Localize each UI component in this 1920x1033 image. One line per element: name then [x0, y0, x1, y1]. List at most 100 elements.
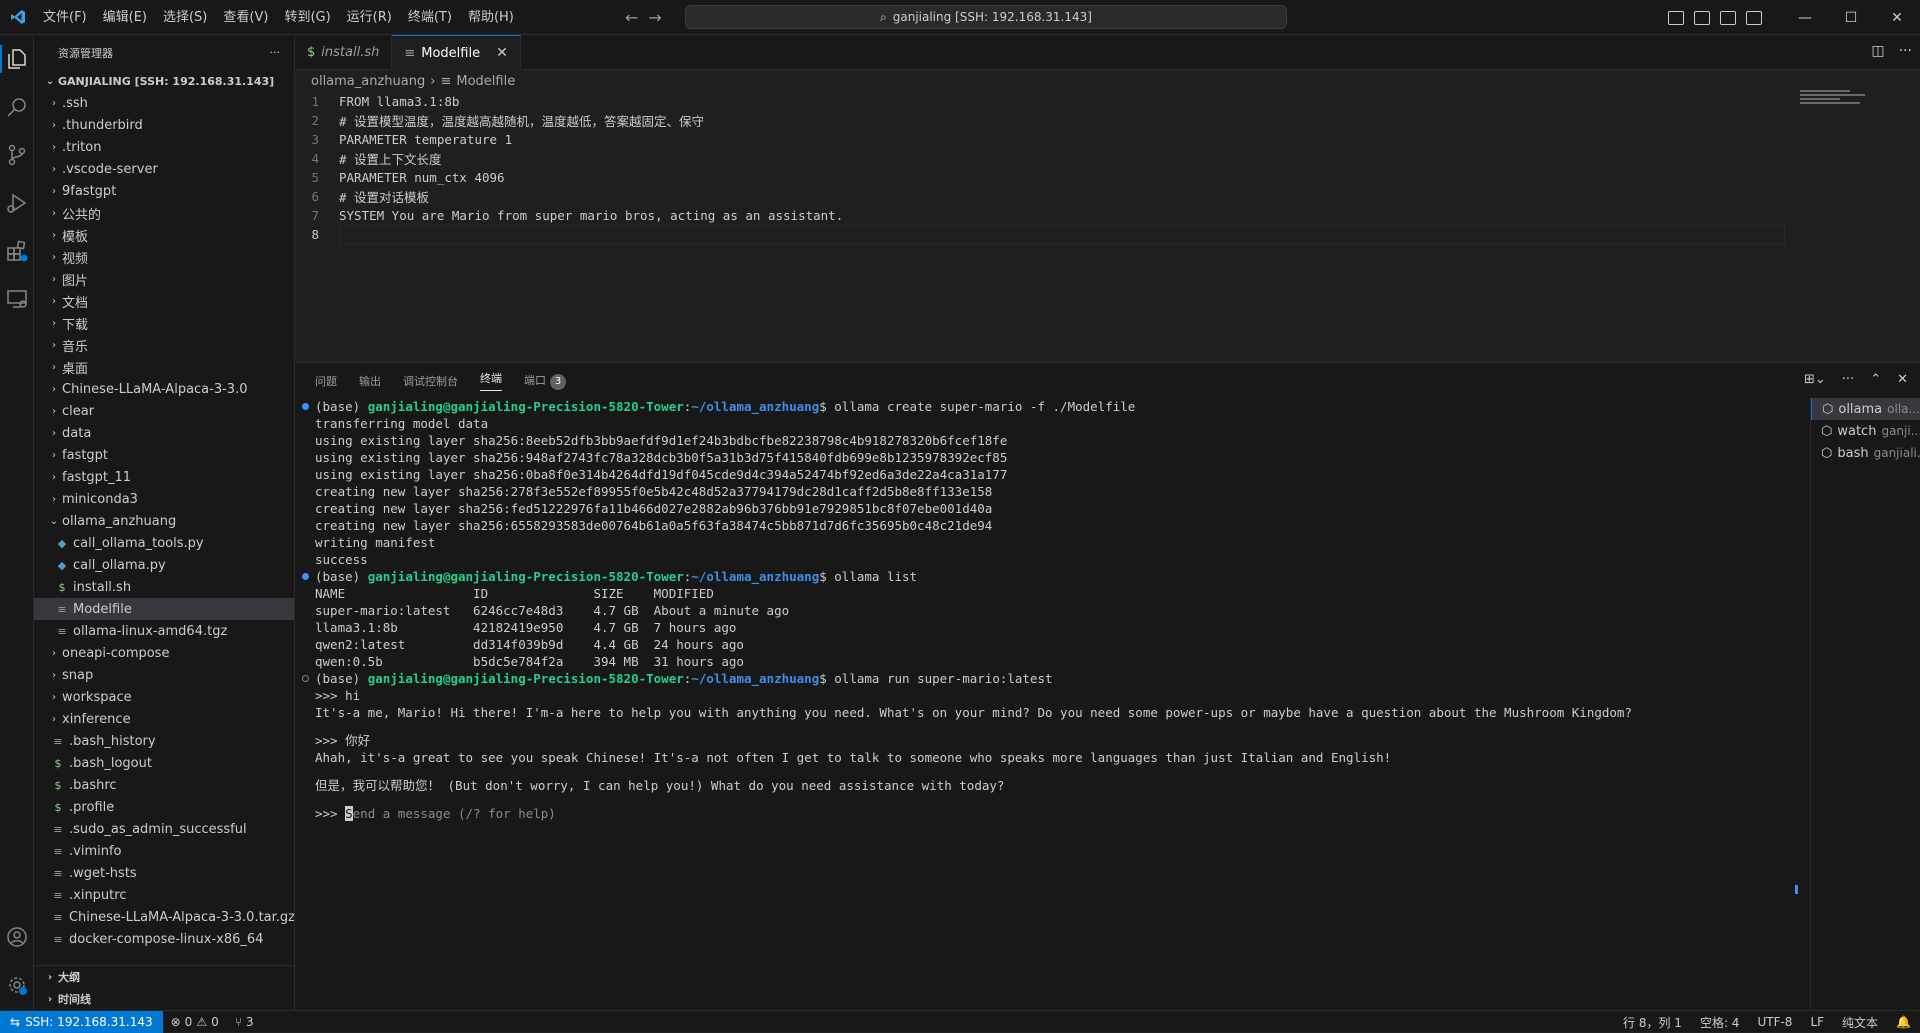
tree-item[interactable]: › 下载: [34, 312, 294, 334]
forward-arrow-icon[interactable]: →: [648, 8, 661, 27]
tree-item[interactable]: ≡ Chinese-LLaMA-Alpaca-3-3.0.tar.gz: [34, 906, 294, 928]
tree-item[interactable]: › fastgpt_11: [34, 466, 294, 488]
accounts-icon[interactable]: [3, 923, 31, 951]
maximize-button[interactable]: ☐: [1828, 0, 1874, 35]
tree-item[interactable]: ≡ docker-compose-linux-x86_64: [34, 928, 294, 950]
command-decoration-icon[interactable]: [302, 573, 309, 580]
code-line[interactable]: 5 PARAMETER num_ctx 4096: [295, 168, 1920, 187]
code-line[interactable]: 4 # 设置上下文长度: [295, 149, 1920, 168]
close-window-button[interactable]: ✕: [1874, 0, 1920, 35]
timeline-section-header[interactable]: › 时间线: [34, 988, 294, 1010]
tree-item[interactable]: › .triton: [34, 136, 294, 158]
breadcrumb-item[interactable]: ollama_anzhuang: [311, 74, 425, 89]
tree-item[interactable]: ⌄ ollama_anzhuang: [34, 510, 294, 532]
tree-item[interactable]: ≡ .xinputrc: [34, 884, 294, 906]
menu-item[interactable]: 选择(S): [155, 0, 215, 35]
tree-item[interactable]: › xinference: [34, 708, 294, 730]
source-control-icon[interactable]: [3, 141, 31, 169]
tab-modelfile[interactable]: ≡ Modelfile ✕: [392, 35, 521, 70]
tree-item[interactable]: ≡ ollama-linux-amd64.tgz: [34, 620, 294, 642]
command-decoration-icon[interactable]: [302, 675, 309, 682]
code-line[interactable]: 3 PARAMETER temperature 1: [295, 130, 1920, 149]
tree-item[interactable]: $ install.sh: [34, 576, 294, 598]
tree-item[interactable]: ≡ .viminfo: [34, 840, 294, 862]
panel-tab[interactable]: 调试控制台: [403, 373, 458, 389]
tree-item[interactable]: › clear: [34, 400, 294, 422]
menu-item[interactable]: 转到(G): [276, 0, 338, 35]
manage-gear-icon[interactable]: [3, 971, 31, 999]
minimap[interactable]: [1800, 90, 1870, 110]
tree-item[interactable]: ◆ call_ollama.py: [34, 554, 294, 576]
maximize-panel-icon[interactable]: ⌃: [1870, 372, 1881, 387]
code-line[interactable]: 7 SYSTEM You are Mario from super mario b…: [295, 206, 1920, 225]
breadcrumb-item[interactable]: Modelfile: [456, 74, 515, 89]
tree-item[interactable]: › .vscode-server: [34, 158, 294, 180]
toggle-panel-icon[interactable]: [1694, 10, 1710, 25]
tree-item[interactable]: ◆ call_ollama_tools.py: [34, 532, 294, 554]
terminal-tab-bash[interactable]: ⬡bash ganjiali...: [1811, 442, 1920, 464]
cursor-position[interactable]: 行 8，列 1: [1614, 1014, 1691, 1031]
tree-item[interactable]: $ .bash_logout: [34, 752, 294, 774]
tree-item[interactable]: › 视频: [34, 246, 294, 268]
ports-indicator[interactable]: ⑂ 3: [227, 1015, 262, 1029]
menu-item[interactable]: 文件(F): [35, 0, 95, 35]
terminal-tab-watch[interactable]: ⬡ watch ganji...: [1811, 420, 1920, 442]
minimize-button[interactable]: —: [1782, 0, 1828, 35]
terminal-tab-ollama[interactable]: ⬡ ollama olla...: [1811, 398, 1920, 420]
tree-item[interactable]: › 9fastgpt: [34, 180, 294, 202]
tree-item[interactable]: › miniconda3: [34, 488, 294, 510]
tree-item[interactable]: › 图片: [34, 268, 294, 290]
tree-item[interactable]: ≡ Modelfile: [34, 598, 294, 620]
tree-item[interactable]: › data: [34, 422, 294, 444]
back-arrow-icon[interactable]: ←: [625, 8, 638, 27]
code-line[interactable]: 8: [295, 225, 1920, 244]
menu-item[interactable]: 终端(T): [400, 0, 460, 35]
tree-item[interactable]: ≡ .sudo_as_admin_successful: [34, 818, 294, 840]
language-mode[interactable]: 纯文本: [1833, 1014, 1887, 1031]
more-actions-icon[interactable]: ···: [270, 46, 281, 59]
workspace-root-header[interactable]: ⌄ GANJIALING [SSH: 192.168.31.143]: [34, 70, 294, 92]
toggle-secondary-sidebar-icon[interactable]: [1720, 10, 1736, 25]
outline-section-header[interactable]: › 大纲: [34, 966, 294, 988]
split-editor-icon[interactable]: ◫: [1871, 43, 1884, 59]
panel-tab[interactable]: 问题: [315, 373, 337, 389]
panel-tab[interactable]: 输出: [359, 373, 381, 389]
tree-item[interactable]: ≡ .wget-hsts: [34, 862, 294, 884]
terminal-output[interactable]: (base) ganjialing@ganjialing-Precision-5…: [295, 398, 1808, 1011]
tree-item[interactable]: › snap: [34, 664, 294, 686]
run-debug-icon[interactable]: [3, 189, 31, 217]
tree-item[interactable]: $ .profile: [34, 796, 294, 818]
tree-item[interactable]: › 桌面: [34, 356, 294, 378]
menu-item[interactable]: 编辑(E): [95, 0, 155, 35]
tree-item[interactable]: $ .bashrc: [34, 774, 294, 796]
code-line[interactable]: 1 FROM llama3.1:8b: [295, 92, 1920, 111]
tree-item[interactable]: › .thunderbird: [34, 114, 294, 136]
remote-indicator[interactable]: ⇆ SSH: 192.168.31.143: [0, 1010, 163, 1033]
end-of-line[interactable]: LF: [1801, 1015, 1833, 1029]
explorer-icon[interactable]: [0, 45, 31, 73]
tree-item[interactable]: › 文档: [34, 290, 294, 312]
new-terminal-icon[interactable]: ⊞⌄: [1804, 372, 1826, 387]
tree-item[interactable]: › workspace: [34, 686, 294, 708]
encoding[interactable]: UTF-8: [1748, 1015, 1801, 1029]
menu-item[interactable]: 运行(R): [339, 0, 400, 35]
code-editor[interactable]: 1 FROM llama3.1:8b 2 # 设置模型温度，温度越高越随机，温度越低，…: [295, 92, 1920, 244]
tree-item[interactable]: ≡ .bash_history: [34, 730, 294, 752]
toggle-sidebar-icon[interactable]: [1668, 10, 1684, 25]
tree-item[interactable]: › .ssh: [34, 92, 294, 114]
close-panel-icon[interactable]: ✕: [1897, 372, 1908, 387]
customize-layout-icon[interactable]: [1746, 10, 1762, 25]
tree-item[interactable]: › oneapi-compose: [34, 642, 294, 664]
ollama-input-line[interactable]: >>> Send a message (/? for help): [315, 805, 1808, 822]
notifications-bell-icon[interactable]: 🔔: [1887, 1015, 1920, 1029]
command-center[interactable]: ⌕ ganjialing [SSH: 192.168.31.143]: [685, 5, 1287, 29]
tab-install-sh[interactable]: $ install.sh: [295, 35, 393, 70]
panel-tab[interactable]: 端口 3: [524, 372, 566, 390]
remote-explorer-icon[interactable]: [3, 285, 31, 313]
menu-item[interactable]: 查看(V): [215, 0, 276, 35]
tree-item[interactable]: › fastgpt: [34, 444, 294, 466]
tree-item[interactable]: › 公共的: [34, 202, 294, 224]
code-line[interactable]: 2 # 设置模型温度，温度越高越随机，温度越低，答案越固定、保守: [295, 111, 1920, 130]
menu-item[interactable]: 帮助(H): [460, 0, 522, 35]
extensions-icon[interactable]: [3, 237, 31, 265]
